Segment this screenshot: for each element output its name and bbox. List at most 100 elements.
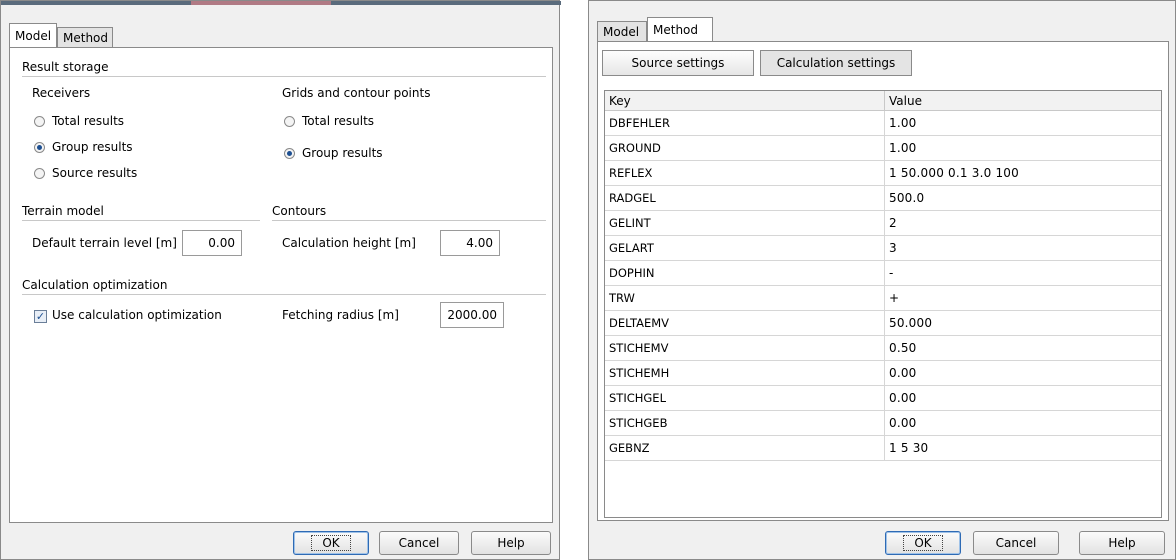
row-key: GEBNZ <box>609 441 650 455</box>
method-dialog: Model Method Source settings Calculation… <box>588 0 1176 560</box>
row-value[interactable]: 3 <box>889 236 897 261</box>
row-value[interactable]: 1.00 <box>889 136 917 161</box>
row-key: TRW <box>609 291 635 305</box>
table-row[interactable]: REFLEX 1 50.000 0.1 3.0 100 <box>605 161 1161 186</box>
row-value[interactable]: 0.00 <box>889 361 917 386</box>
row-value[interactable]: 1.00 <box>889 111 917 136</box>
row-key: DBFEHLER <box>609 116 670 130</box>
row-value[interactable]: - <box>889 261 894 286</box>
grids-group-label[interactable]: Group results <box>302 146 383 160</box>
contours-title: Contours <box>272 204 327 218</box>
use-optimization-checkbox[interactable]: ✓ <box>34 310 47 323</box>
table-row[interactable]: STICHEMV 0.50 <box>605 336 1161 361</box>
section-divider <box>22 76 546 77</box>
cell-separator <box>884 161 885 186</box>
cell-separator <box>884 186 885 211</box>
cell-separator <box>884 386 885 411</box>
grids-total-radio[interactable] <box>284 116 295 127</box>
tab-method[interactable]: Method <box>647 17 713 41</box>
row-value[interactable]: 1 5 30 <box>889 436 928 461</box>
row-key: GROUND <box>609 141 661 155</box>
tab-method[interactable]: Method <box>57 27 113 47</box>
row-value[interactable]: 0.50 <box>889 336 917 361</box>
row-key: STICHEMV <box>609 341 669 355</box>
calc-height-input[interactable]: 4.00 <box>440 230 500 256</box>
row-key: GELART <box>609 241 654 255</box>
table-row[interactable]: DOPHIN - <box>605 261 1161 286</box>
section-divider <box>272 220 546 221</box>
row-key: GELINT <box>609 216 651 230</box>
use-optimization-label[interactable]: Use calculation optimization <box>52 308 222 322</box>
table-row[interactable]: STICHGEL 0.00 <box>605 386 1161 411</box>
model-page: Result storage Receivers Total results G… <box>9 47 553 523</box>
receivers-total-label[interactable]: Total results <box>52 114 124 128</box>
grids-total-label[interactable]: Total results <box>302 114 374 128</box>
table-row[interactable]: GELART 3 <box>605 236 1161 261</box>
cell-separator <box>884 436 885 461</box>
row-value[interactable]: 50.000 <box>889 311 932 336</box>
left-tabbar: Model Method <box>9 23 209 47</box>
row-value[interactable]: 1 50.000 0.1 3.0 100 <box>889 161 1019 186</box>
ok-button-label: OK <box>311 535 351 551</box>
table-row[interactable]: DELTAEMV 50.000 <box>605 311 1161 336</box>
ok-button[interactable]: OK <box>293 531 369 555</box>
cell-separator <box>884 311 885 336</box>
terrain-level-label: Default terrain level [m] <box>32 236 177 250</box>
terrain-level-input[interactable]: 0.00 <box>182 230 242 256</box>
cancel-button[interactable]: Cancel <box>973 531 1059 555</box>
method-page: Source settings Calculation settings Key… <box>597 41 1169 521</box>
fetching-radius-input[interactable]: 2000.00 <box>440 302 504 328</box>
cell-separator <box>884 136 885 161</box>
table-row[interactable]: DBFEHLER 1.00 <box>605 111 1161 136</box>
receivers-group-radio[interactable] <box>34 142 45 153</box>
grids-label: Grids and contour points <box>282 86 431 100</box>
help-button[interactable]: Help <box>1079 531 1165 555</box>
receivers-source-label[interactable]: Source results <box>52 166 137 180</box>
receivers-source-radio[interactable] <box>34 168 45 179</box>
model-dialog: Model Method Result storage Receivers To… <box>0 0 561 560</box>
table-row[interactable]: GELINT 2 <box>605 211 1161 236</box>
table-row[interactable]: GROUND 1.00 <box>605 136 1161 161</box>
header-key[interactable]: Key <box>605 91 631 111</box>
row-value[interactable]: 500.0 <box>889 186 924 211</box>
section-divider <box>22 294 546 295</box>
tab-model[interactable]: Model <box>597 21 647 41</box>
table-row[interactable]: GEBNZ 1 5 30 <box>605 436 1161 461</box>
settings-table: Key Value DBFEHLER 1.00 GROUND 1.00 REFLEX 1 … <box>604 90 1162 518</box>
right-tabbar: Model Method <box>597 17 797 41</box>
row-value[interactable]: + <box>889 286 899 311</box>
cancel-button[interactable]: Cancel <box>379 531 459 555</box>
ok-button[interactable]: OK <box>885 531 961 555</box>
cell-separator <box>884 261 885 286</box>
row-key: RADGEL <box>609 191 656 205</box>
calculation-settings-button[interactable]: Calculation settings <box>760 50 912 76</box>
grids-group-radio[interactable] <box>284 148 295 159</box>
cell-separator <box>884 336 885 361</box>
ok-button-label: OK <box>903 535 943 551</box>
calc-height-label: Calculation height [m] <box>282 236 416 250</box>
table-row[interactable]: STICHGEB 0.00 <box>605 411 1161 436</box>
fetching-radius-label: Fetching radius [m] <box>282 308 399 322</box>
cell-separator <box>884 236 885 261</box>
help-button[interactable]: Help <box>471 531 551 555</box>
row-value[interactable]: 0.00 <box>889 386 917 411</box>
row-value[interactable]: 2 <box>889 211 897 236</box>
row-key: DOPHIN <box>609 266 655 280</box>
result-storage-title: Result storage <box>22 60 109 74</box>
row-value[interactable]: 0.00 <box>889 411 917 436</box>
row-key: STICHGEB <box>609 416 668 430</box>
receivers-label: Receivers <box>32 86 91 100</box>
table-row[interactable]: STICHEMH 0.00 <box>605 361 1161 386</box>
cell-separator <box>884 211 885 236</box>
source-settings-button[interactable]: Source settings <box>602 50 754 76</box>
table-row[interactable]: TRW + <box>605 286 1161 311</box>
row-key: DELTAEMV <box>609 316 669 330</box>
receivers-total-radio[interactable] <box>34 116 45 127</box>
table-header: Key Value <box>605 91 1161 111</box>
header-value[interactable]: Value <box>885 91 922 111</box>
receivers-group-label[interactable]: Group results <box>52 140 133 154</box>
cell-separator <box>884 286 885 311</box>
tab-model[interactable]: Model <box>9 23 57 47</box>
table-row[interactable]: RADGEL 500.0 <box>605 186 1161 211</box>
window-top-strip <box>1 1 561 5</box>
